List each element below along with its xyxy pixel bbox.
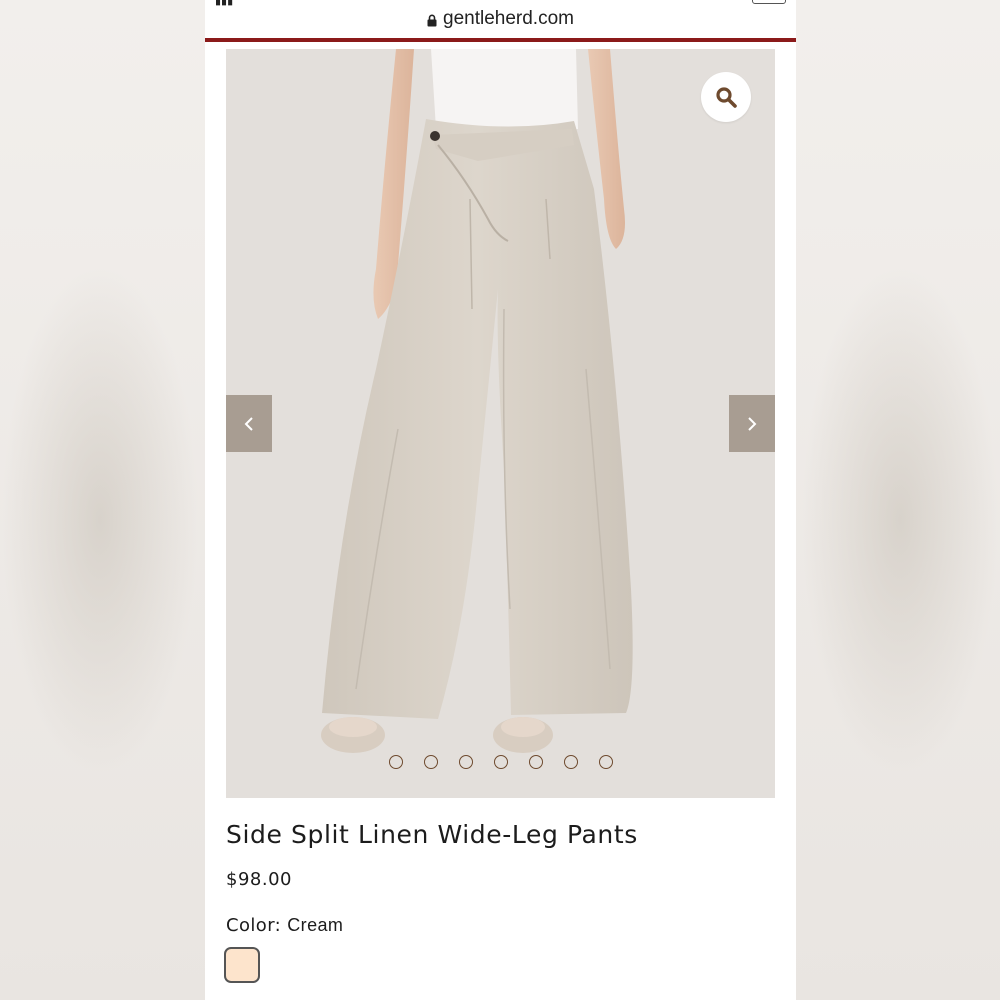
lock-icon [427,14,437,26]
color-swatch-cream[interactable] [224,947,260,983]
previous-image-button[interactable] [226,395,272,452]
color-label: Color: [226,915,282,936]
slide-dot[interactable] [423,755,438,769]
chevron-left-icon [244,416,253,431]
slide-dot[interactable] [388,755,403,769]
address-bar[interactable]: gentleherd.com [205,0,796,38]
product-photo [321,49,633,753]
slide-dot[interactable] [528,755,543,769]
slide-dot[interactable] [563,755,578,769]
chevron-right-icon [748,416,757,431]
slide-dot[interactable] [458,755,473,769]
slide-dot[interactable] [493,755,508,769]
slide-dot[interactable] [598,755,613,769]
product-price: $98.00 [226,869,292,890]
zoom-button[interactable] [701,72,751,122]
product-title: Side Split Linen Wide-Leg Pants [226,820,638,849]
next-image-button[interactable] [729,395,775,452]
magnifier-icon [716,87,737,108]
product-image-gallery[interactable] [226,49,775,798]
url-text: gentleherd.com [443,8,574,29]
slide-indicator [226,755,775,769]
color-row: Color: Cream [226,915,343,936]
header-accent-line [205,38,796,42]
phone-screen: ▮▮▮ gentleherd.com Side Split Linen Wide… [205,0,796,1000]
color-value: Cream [287,915,344,935]
